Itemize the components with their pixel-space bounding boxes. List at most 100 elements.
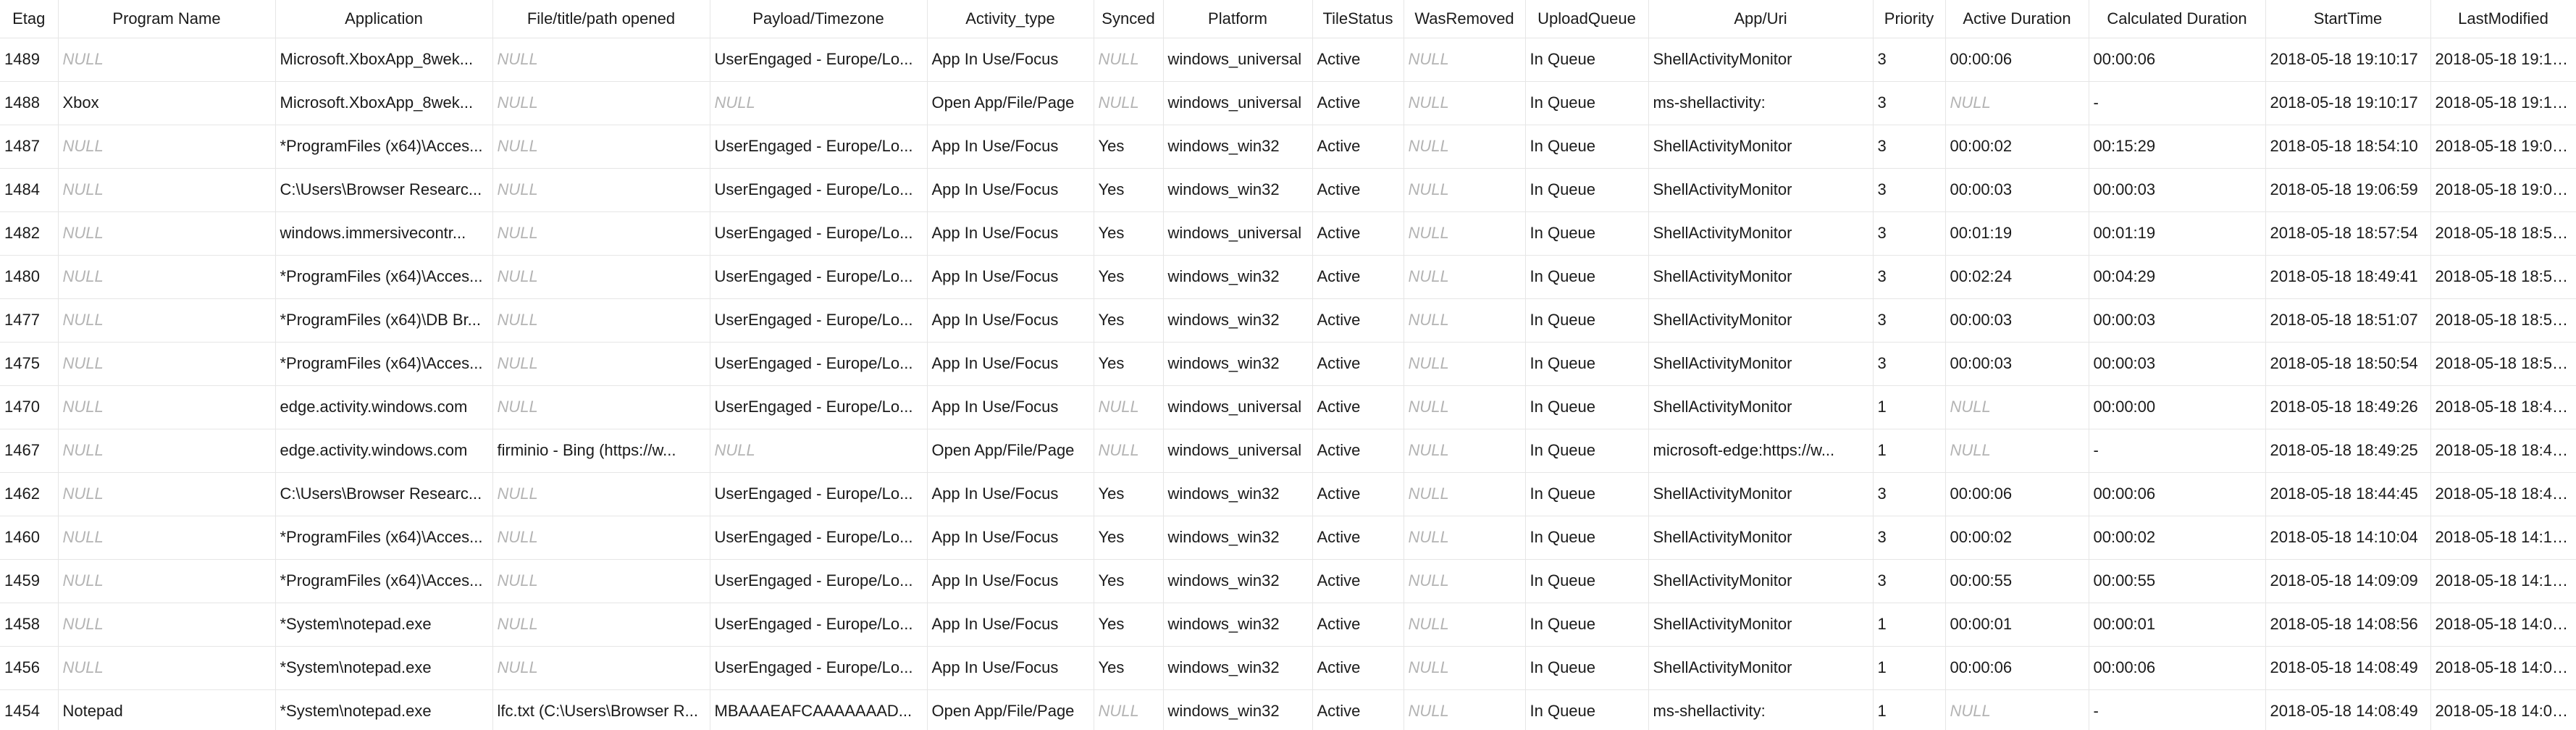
table-cell[interactable]: App In Use/Focus	[927, 342, 1094, 386]
table-cell[interactable]: 1	[1873, 385, 1946, 429]
table-cell[interactable]: In Queue	[1525, 125, 1649, 169]
table-cell[interactable]: 00:00:01	[1945, 603, 2089, 647]
table-cell[interactable]: Yes	[1094, 211, 1164, 256]
table-row[interactable]: 1475 NULL *ProgramFiles (x64)\Acces... NULL…	[0, 342, 2576, 386]
table-cell[interactable]: ShellActivityMonitor	[1648, 255, 1874, 299]
table-cell[interactable]: NULL	[58, 211, 276, 256]
table-cell[interactable]: In Queue	[1525, 168, 1649, 212]
column-header[interactable]: Activity_type	[927, 0, 1094, 38]
table-cell[interactable]: In Queue	[1525, 516, 1649, 560]
table-cell[interactable]: 2018-05-18 18:44:45	[2265, 472, 2431, 516]
table-cell[interactable]: ShellActivityMonitor	[1648, 516, 1874, 560]
column-header[interactable]: Platform	[1163, 0, 1313, 38]
table-cell[interactable]: NULL	[1404, 689, 1526, 730]
table-cell[interactable]: 2018-05-18 14:10:04	[2430, 559, 2576, 603]
table-cell[interactable]: Yes	[1094, 168, 1164, 212]
table-cell[interactable]: UserEngaged - Europe/Lo...	[710, 646, 928, 690]
table-row[interactable]: 1462 NULL C:\Users\Browser Researc... NULL U…	[0, 472, 2576, 516]
table-cell[interactable]: 00:00:03	[2089, 168, 2266, 212]
table-cell[interactable]: Yes	[1094, 298, 1164, 343]
table-cell[interactable]: App In Use/Focus	[927, 211, 1094, 256]
table-cell[interactable]: App In Use/Focus	[927, 38, 1094, 82]
table-cell[interactable]: 2018-05-18 19:10:17	[2430, 81, 2576, 125]
table-cell[interactable]: 1459	[0, 559, 59, 603]
table-cell[interactable]: 1	[1873, 646, 1946, 690]
table-cell[interactable]: 2018-05-18 18:57:54	[2265, 211, 2431, 256]
table-cell[interactable]: 2018-05-18 18:49:26	[2265, 385, 2431, 429]
table-cell[interactable]: 1480	[0, 255, 59, 299]
table-cell[interactable]: ShellActivityMonitor	[1648, 559, 1874, 603]
table-cell[interactable]: 3	[1873, 81, 1946, 125]
table-cell[interactable]: App In Use/Focus	[927, 255, 1094, 299]
table-cell[interactable]: NULL	[492, 38, 710, 82]
table-cell[interactable]: NULL	[710, 429, 928, 473]
table-cell[interactable]: 3	[1873, 168, 1946, 212]
table-cell[interactable]: NULL	[58, 255, 276, 299]
table-cell[interactable]: NULL	[492, 298, 710, 343]
table-cell[interactable]: 2018-05-18 18:59:13	[2430, 211, 2576, 256]
table-cell[interactable]: 00:00:06	[1945, 646, 2089, 690]
column-header[interactable]: Application	[275, 0, 493, 38]
table-cell[interactable]: NULL	[58, 559, 276, 603]
table-cell[interactable]: 2018-05-18 18:49:26	[2430, 429, 2576, 473]
table-cell[interactable]: In Queue	[1525, 472, 1649, 516]
table-cell[interactable]: Open App/File/Page	[927, 81, 1094, 125]
table-cell[interactable]: Active	[1312, 168, 1404, 212]
table-cell[interactable]: 00:00:06	[2089, 38, 2266, 82]
table-cell[interactable]: C:\Users\Browser Researc...	[275, 472, 493, 516]
table-cell[interactable]: MBAAAEAFCAAAAAAAD...	[710, 689, 928, 730]
table-cell[interactable]: 2018-05-18 18:49:26	[2430, 385, 2576, 429]
table-cell[interactable]: 2018-05-18 14:08:57	[2430, 603, 2576, 647]
table-cell[interactable]: 2018-05-18 18:50:57	[2430, 342, 2576, 386]
table-cell[interactable]: 00:00:06	[2089, 646, 2266, 690]
table-cell[interactable]: NULL	[1404, 81, 1526, 125]
table-cell[interactable]: *ProgramFiles (x64)\Acces...	[275, 559, 493, 603]
table-cell[interactable]: 2018-05-18 14:09:09	[2265, 559, 2431, 603]
table-cell[interactable]: 00:00:02	[1945, 516, 2089, 560]
column-header[interactable]: Active Duration	[1945, 0, 2089, 38]
table-cell[interactable]: *System\notepad.exe	[275, 689, 493, 730]
column-header[interactable]: UploadQueue	[1525, 0, 1649, 38]
table-cell[interactable]: ShellActivityMonitor	[1648, 38, 1874, 82]
table-cell[interactable]: 00:15:29	[2089, 125, 2266, 169]
table-cell[interactable]: Active	[1312, 559, 1404, 603]
table-cell[interactable]: 2018-05-18 18:49:25	[2265, 429, 2431, 473]
table-cell[interactable]: 3	[1873, 211, 1946, 256]
table-cell[interactable]: 00:00:55	[2089, 559, 2266, 603]
table-cell[interactable]: NULL	[1404, 429, 1526, 473]
table-cell[interactable]: 00:00:06	[1945, 472, 2089, 516]
table-cell[interactable]: Yes	[1094, 255, 1164, 299]
table-cell[interactable]: 2018-05-18 18:49:41	[2265, 255, 2431, 299]
table-cell[interactable]: In Queue	[1525, 385, 1649, 429]
table-cell[interactable]: windows_win32	[1163, 342, 1313, 386]
table-cell[interactable]: Yes	[1094, 472, 1164, 516]
table-cell[interactable]: *ProgramFiles (x64)\Acces...	[275, 255, 493, 299]
table-cell[interactable]: Active	[1312, 385, 1404, 429]
table-cell[interactable]: NULL	[1945, 689, 2089, 730]
table-cell[interactable]: 1487	[0, 125, 59, 169]
table-cell[interactable]: Yes	[1094, 342, 1164, 386]
table-cell[interactable]: Yes	[1094, 559, 1164, 603]
table-cell[interactable]: ShellActivityMonitor	[1648, 646, 1874, 690]
table-cell[interactable]: NULL	[1404, 255, 1526, 299]
table-cell[interactable]: NULL	[58, 429, 276, 473]
table-cell[interactable]: *System\notepad.exe	[275, 646, 493, 690]
table-row[interactable]: 1456 NULL *System\notepad.exe NULL UserEngag…	[0, 646, 2576, 690]
table-cell[interactable]: 2018-05-18 18:50:54	[2265, 342, 2431, 386]
table-cell[interactable]: Active	[1312, 342, 1404, 386]
table-cell[interactable]: *ProgramFiles (x64)\Acces...	[275, 125, 493, 169]
table-cell[interactable]: App In Use/Focus	[927, 472, 1094, 516]
table-cell[interactable]: windows_universal	[1163, 81, 1313, 125]
table-cell[interactable]: 3	[1873, 472, 1946, 516]
table-cell[interactable]: ms-shellactivity:	[1648, 81, 1874, 125]
table-cell[interactable]: windows_win32	[1163, 298, 1313, 343]
table-cell[interactable]: windows_win32	[1163, 168, 1313, 212]
table-cell[interactable]: -	[2089, 429, 2266, 473]
table-cell[interactable]: 2018-05-18 14:08:49	[2265, 689, 2431, 730]
table-row[interactable]: 1467 NULL edge.activity.windows.com firmini…	[0, 429, 2576, 473]
table-cell[interactable]: NULL	[1404, 125, 1526, 169]
table-row[interactable]: 1460 NULL *ProgramFiles (x64)\Acces... NULL…	[0, 516, 2576, 560]
table-cell[interactable]: 1462	[0, 472, 59, 516]
table-cell[interactable]: ShellActivityMonitor	[1648, 168, 1874, 212]
table-cell[interactable]: 2018-05-18 18:54:10	[2265, 125, 2431, 169]
